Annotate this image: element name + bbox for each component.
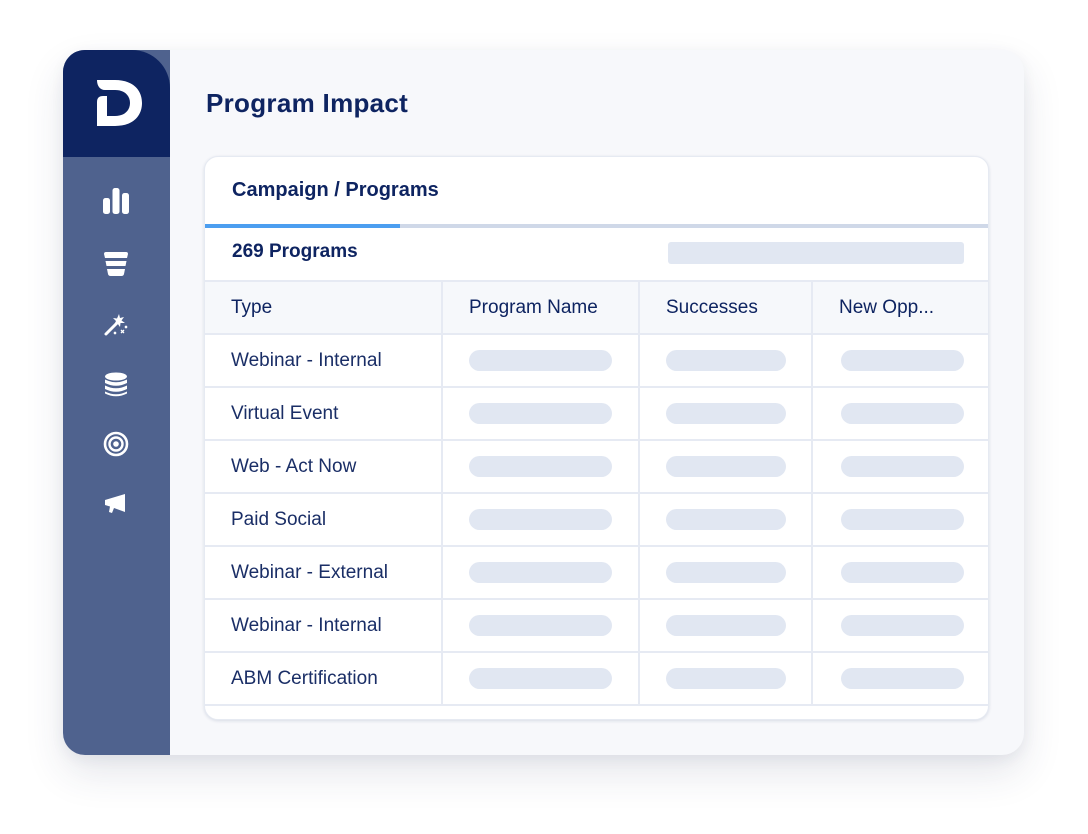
logo[interactable] <box>63 50 170 157</box>
column-header-successes[interactable]: Successes <box>638 280 813 335</box>
table-row[interactable]: Webinar - Internal <box>205 333 988 388</box>
loading-placeholder <box>666 350 786 371</box>
cell-successes <box>638 439 813 494</box>
funnel-icon <box>104 252 128 276</box>
tab-active-indicator <box>205 224 400 228</box>
loading-placeholder <box>666 668 786 689</box>
cell-program-name <box>441 333 640 388</box>
column-header-program-name[interactable]: Program Name <box>441 280 640 335</box>
table-row[interactable]: Webinar - Internal <box>205 598 988 653</box>
cell-type: Paid Social <box>205 492 443 547</box>
cell-successes <box>638 492 813 547</box>
table-header-row: Type Program Name Successes New Opp... <box>205 280 988 335</box>
nav-campaigns[interactable] <box>101 489 131 519</box>
loading-placeholder <box>469 615 612 636</box>
nav-ai[interactable] <box>101 309 131 339</box>
cell-new-opp <box>811 545 988 600</box>
cell-new-opp <box>811 598 988 653</box>
loading-placeholder <box>841 350 964 371</box>
programs-card: Campaign / Programs 269 Programs Type Pr… <box>204 156 989 720</box>
loading-placeholder <box>666 509 786 530</box>
logo-d-icon <box>97 80 142 126</box>
nav-funnel[interactable] <box>101 249 131 279</box>
programs-table: Type Program Name Successes New Opp... W… <box>205 280 988 706</box>
programs-count: 269 Programs <box>232 241 358 262</box>
loading-placeholder <box>841 562 964 583</box>
nav-data[interactable] <box>101 370 131 400</box>
column-header-type[interactable]: Type <box>205 280 443 335</box>
cell-new-opp <box>811 439 988 494</box>
loading-placeholder <box>469 562 612 583</box>
cell-type: Webinar - Internal <box>205 333 443 388</box>
loading-placeholder <box>841 403 964 424</box>
loading-placeholder <box>469 509 612 530</box>
cell-new-opp <box>811 386 988 441</box>
app-window: Program Impact Campaign / Programs 269 P… <box>63 50 1024 755</box>
loading-placeholder <box>469 350 612 371</box>
magic-wand-icon <box>104 314 128 336</box>
loading-placeholder <box>841 456 964 477</box>
cell-program-name <box>441 598 640 653</box>
target-icon <box>103 431 129 457</box>
table-row[interactable]: Paid Social <box>205 492 988 547</box>
loading-placeholder <box>841 668 964 689</box>
loading-placeholder <box>666 403 786 424</box>
cell-successes <box>638 386 813 441</box>
loading-placeholder <box>841 615 964 636</box>
cell-successes <box>638 651 813 706</box>
loading-placeholder <box>469 403 612 424</box>
cell-type: Web - Act Now <box>205 439 443 494</box>
tab-campaign-programs[interactable]: Campaign / Programs <box>232 179 439 202</box>
cell-successes <box>638 545 813 600</box>
loading-placeholder <box>469 668 612 689</box>
megaphone-icon <box>105 494 125 513</box>
sidebar <box>63 50 170 755</box>
cell-program-name <box>441 492 640 547</box>
table-row[interactable]: Web - Act Now <box>205 439 988 494</box>
loading-placeholder <box>469 456 612 477</box>
loading-placeholder <box>666 615 786 636</box>
cell-type: Webinar - Internal <box>205 598 443 653</box>
loading-placeholder <box>666 562 786 583</box>
nav-goals[interactable] <box>101 429 131 459</box>
cell-program-name <box>441 545 640 600</box>
loading-placeholder <box>666 456 786 477</box>
database-icon <box>105 372 127 397</box>
nav-reports[interactable] <box>101 186 131 216</box>
bar-chart-icon <box>103 188 129 214</box>
cell-new-opp <box>811 333 988 388</box>
cell-successes <box>638 598 813 653</box>
table-row[interactable]: Webinar - External <box>205 545 988 600</box>
cell-type: ABM Certification <box>205 651 443 706</box>
cell-program-name <box>441 439 640 494</box>
cell-new-opp <box>811 651 988 706</box>
cell-successes <box>638 333 813 388</box>
filter-placeholder[interactable] <box>668 242 964 264</box>
column-header-new-opp[interactable]: New Opp... <box>811 280 988 335</box>
page-title: Program Impact <box>206 88 409 118</box>
cell-program-name <box>441 386 640 441</box>
cell-type: Webinar - External <box>205 545 443 600</box>
cell-new-opp <box>811 492 988 547</box>
cell-program-name <box>441 651 640 706</box>
loading-placeholder <box>841 509 964 530</box>
cell-type: Virtual Event <box>205 386 443 441</box>
table-row[interactable]: ABM Certification <box>205 651 988 706</box>
table-row[interactable]: Virtual Event <box>205 386 988 441</box>
